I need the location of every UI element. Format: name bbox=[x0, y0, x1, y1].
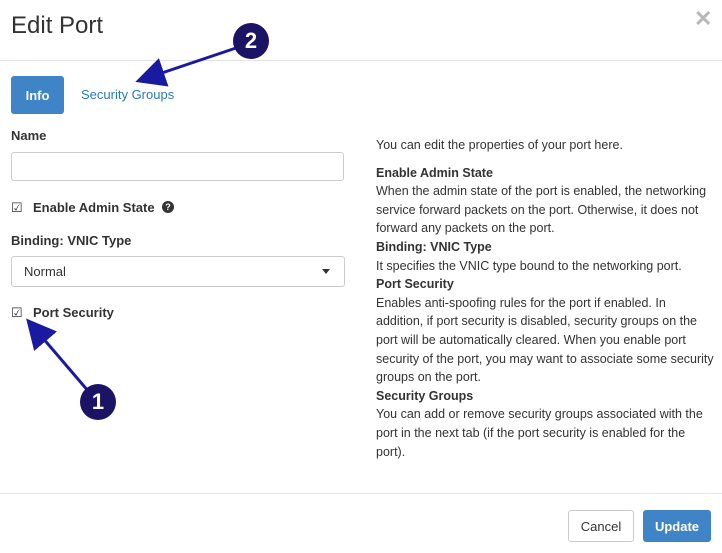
dialog-title: Edit Port bbox=[11, 12, 104, 39]
header-divider bbox=[0, 60, 722, 61]
checkbox-checked-icon: ☑ bbox=[11, 305, 23, 320]
help-text: It specifies the VNIC type bound to the … bbox=[376, 258, 682, 273]
cancel-button[interactable]: Cancel bbox=[568, 510, 634, 542]
help-text: Enables anti-spoofing rules for the port… bbox=[376, 295, 714, 385]
enable-admin-state-checkbox[interactable]: ☑ bbox=[11, 201, 23, 215]
checkbox-checked-icon: ☑ bbox=[11, 200, 23, 215]
vnic-type-select[interactable]: Normal bbox=[11, 256, 345, 287]
help-icon[interactable]: ? bbox=[162, 201, 174, 213]
enable-admin-state-label: Enable Admin State bbox=[33, 200, 155, 215]
vnic-type-label: Binding: VNIC Type bbox=[11, 233, 132, 248]
edit-port-dialog: Edit Port ✕ Info Security Groups Name ☑ … bbox=[0, 0, 722, 553]
update-button[interactable]: Update bbox=[643, 510, 711, 542]
name-input[interactable] bbox=[11, 152, 344, 181]
help-heading: Security Groups bbox=[376, 388, 474, 403]
annotation-marker-2: 2 bbox=[233, 23, 269, 59]
port-security-label: Port Security bbox=[33, 305, 114, 320]
help-heading: Enable Admin State bbox=[376, 165, 493, 180]
footer-divider bbox=[0, 493, 722, 494]
annotation-marker-1: 1 bbox=[80, 384, 116, 420]
chevron-down-icon bbox=[322, 269, 330, 274]
tab-info[interactable]: Info bbox=[11, 76, 64, 114]
help-text: When the admin state of the port is enab… bbox=[376, 184, 707, 236]
vnic-type-value: Normal bbox=[24, 264, 66, 279]
close-icon[interactable]: ✕ bbox=[694, 8, 712, 30]
help-heading: Port Security bbox=[376, 277, 454, 292]
tab-security-groups[interactable]: Security Groups bbox=[81, 87, 174, 102]
help-text: You can add or remove security groups as… bbox=[376, 407, 703, 459]
help-panel: You can edit the properties of your port… bbox=[376, 136, 716, 461]
port-security-checkbox[interactable]: ☑ bbox=[11, 306, 23, 320]
help-intro: You can edit the properties of your port… bbox=[376, 138, 623, 152]
help-heading: Binding: VNIC Type bbox=[376, 239, 492, 254]
name-label: Name bbox=[11, 128, 47, 143]
